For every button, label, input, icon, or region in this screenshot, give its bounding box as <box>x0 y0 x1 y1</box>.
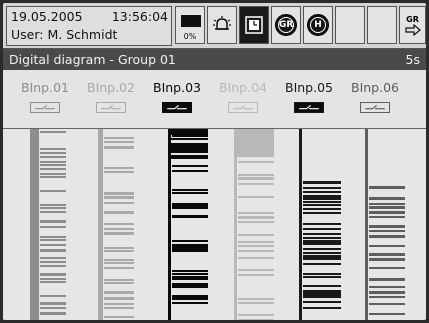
channel-label: BInp.03 <box>153 80 201 95</box>
digital-diagram-area <box>3 129 426 320</box>
group-button[interactable]: GR <box>271 6 301 44</box>
channel-5-trace <box>299 129 341 320</box>
history-button[interactable]: H <box>303 6 333 44</box>
clock-diagram-icon <box>245 16 263 34</box>
channel-4[interactable]: BInp.04 <box>210 80 276 113</box>
switch-state-icon <box>162 102 192 113</box>
channel-label: BInp.04 <box>219 80 267 95</box>
next-group-label: GR <box>406 14 419 24</box>
switch-state-icon <box>96 102 126 113</box>
channel-4-trace <box>234 129 274 320</box>
switch-state-icon <box>360 102 390 113</box>
channel-label: BInp.06 <box>351 80 399 95</box>
channel-5[interactable]: BInp.05 <box>276 80 342 113</box>
top-toolbar: 19.05.2005 13:56:04 User: M. Schmidt 0% <box>3 3 426 49</box>
channel-2-trace <box>98 129 134 320</box>
diagram-title-bar: Digital diagram - Group 01 5s <box>3 49 426 70</box>
next-group-button[interactable]: GR <box>399 6 426 44</box>
bell-alarm-icon <box>213 16 231 30</box>
channel-header: BInp.01 BInp.02 BInp.03 BInp.04 BInp.05 … <box>3 70 426 129</box>
switch-state-icon <box>228 102 258 113</box>
history-icon: H <box>307 14 329 36</box>
memory-percent: 0% <box>183 32 197 41</box>
channel-2[interactable]: BInp.02 <box>78 80 144 113</box>
channel-label: BInp.01 <box>21 80 69 95</box>
user-display: User: M. Schmidt <box>11 27 118 42</box>
channel-1-trace <box>30 129 66 320</box>
status-panel: 19.05.2005 13:56:04 User: M. Schmidt <box>6 6 172 46</box>
empty-button-1[interactable] <box>335 6 365 44</box>
group-icon: GR <box>275 14 297 36</box>
memory-indicator: 0% <box>175 6 205 44</box>
switch-state-icon <box>30 102 60 113</box>
alarm-button[interactable] <box>207 6 237 44</box>
channel-label: BInp.05 <box>285 80 333 95</box>
channel-3-trace <box>168 129 208 320</box>
channel-3[interactable]: BInp.03 <box>144 80 210 113</box>
arrow-right-icon <box>404 23 421 36</box>
empty-button-2[interactable] <box>367 6 397 44</box>
memory-bar-icon <box>181 15 201 27</box>
sample-interval: 5s <box>405 52 420 67</box>
channel-6[interactable]: BInp.06 <box>342 80 408 113</box>
channel-label: BInp.02 <box>87 80 135 95</box>
recorder-screen: 19.05.2005 13:56:04 User: M. Schmidt 0% <box>3 3 426 320</box>
diagram-title: Digital diagram - Group 01 <box>9 52 176 67</box>
switch-state-icon <box>294 102 324 113</box>
channel-1[interactable]: BInp.01 <box>12 80 78 113</box>
diagram-button[interactable] <box>239 6 269 44</box>
date-display: 19.05.2005 <box>11 9 83 24</box>
time-display: 13:56:04 <box>111 9 168 24</box>
channel-6-trace <box>365 129 405 320</box>
